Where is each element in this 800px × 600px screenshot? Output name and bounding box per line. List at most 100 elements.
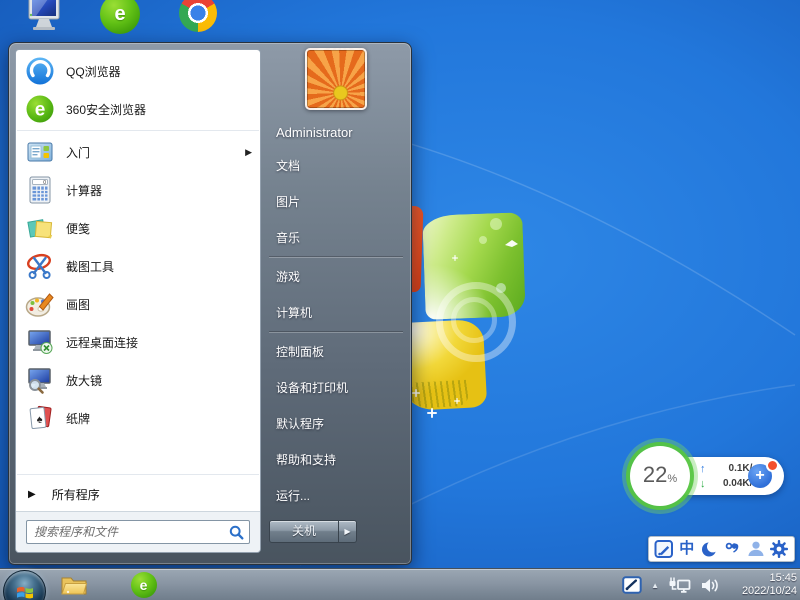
menu-item-default-programs[interactable]: 默认程序 xyxy=(261,406,411,442)
menu-item-snipping-tool[interactable]: 截图工具 xyxy=(16,247,260,285)
memory-usage-ball[interactable]: 22 % xyxy=(630,446,690,506)
menu-item-solitaire[interactable]: ♠ 纸牌 xyxy=(16,399,260,437)
solitaire-icon: ♠ xyxy=(24,402,56,434)
menu-item-remote-desktop[interactable]: 远程桌面连接 xyxy=(16,323,260,361)
windows-flag-icon xyxy=(14,581,36,600)
menu-item-label: 便笺 xyxy=(66,220,90,237)
search-box[interactable] xyxy=(26,520,250,544)
menu-separator xyxy=(17,474,259,475)
chrome-icon xyxy=(179,0,217,32)
ime-punctuation-toggle[interactable] xyxy=(723,539,743,559)
ime-logo-button[interactable] xyxy=(654,539,674,559)
remote-desktop-icon xyxy=(24,326,56,358)
menu-separator xyxy=(269,257,403,258)
network-icon[interactable] xyxy=(668,575,691,595)
360-browser-icon: e xyxy=(131,572,157,598)
menu-item-control-panel[interactable]: 控制面板 xyxy=(261,334,411,370)
speaker-icon[interactable] xyxy=(700,577,721,594)
tray-ime-writing-icon[interactable] xyxy=(622,576,642,594)
menu-item-run[interactable]: 运行... xyxy=(261,478,411,514)
usage-percent: 22 xyxy=(643,446,667,504)
qq-browser-icon xyxy=(24,55,56,87)
all-programs-button[interactable]: ▶ 所有程序 xyxy=(16,477,260,511)
download-arrow-icon: ↓ xyxy=(700,478,712,490)
chinese-mode-label: 中 xyxy=(679,539,694,559)
ime-user-button[interactable] xyxy=(746,539,766,559)
start-menu: QQ浏览器 e 360安全浏览器 xyxy=(8,42,412,565)
360-browser-icon: e xyxy=(24,93,56,125)
menu-item-label: 计算器 xyxy=(66,182,102,199)
desktop-icon-computer[interactable] xyxy=(24,0,64,40)
menu-item-help-support[interactable]: 帮助和支持 xyxy=(261,442,411,478)
wallpaper-flag-yellow-pane xyxy=(401,319,487,411)
menu-item-sticky-notes[interactable]: 便笺 xyxy=(16,209,260,247)
shutdown-button[interactable]: 关机 xyxy=(269,520,339,543)
start-menu-left-panel: QQ浏览器 e 360安全浏览器 xyxy=(15,49,261,553)
menu-item-qq-browser[interactable]: QQ浏览器 xyxy=(16,52,260,90)
menu-item-devices-printers[interactable]: 设备和打印机 xyxy=(261,370,411,406)
menu-separator xyxy=(17,130,259,131)
desktop-icon-chrome[interactable] xyxy=(179,0,217,32)
taskbar-360-browser-button[interactable]: e xyxy=(130,572,157,598)
menu-item-getting-started[interactable]: 入门 ▶ xyxy=(16,133,260,171)
menu-item-games[interactable]: 游戏 xyxy=(261,259,411,295)
clock-time: 15:45 xyxy=(729,572,797,585)
menu-item-music[interactable]: 音乐 xyxy=(261,220,411,256)
menu-item-calculator[interactable]: 0 计算器 xyxy=(16,171,260,209)
wallpaper-flag-green-pane xyxy=(422,212,526,319)
360-browser-icon: e xyxy=(100,0,140,34)
system-tray: ▲ 15:45 2022/10/24 xyxy=(622,569,797,600)
shutdown-controls: 关机 ▶ xyxy=(269,520,357,543)
wallpaper-flare-ring xyxy=(451,297,497,343)
user-avatar[interactable] xyxy=(305,48,367,110)
gear-icon xyxy=(769,539,789,559)
wallpaper-sparkle xyxy=(452,255,458,261)
menu-item-magnifier[interactable]: 放大镜 xyxy=(16,361,260,399)
folder-icon xyxy=(60,573,87,597)
tray-expand-arrow[interactable]: ▲ xyxy=(651,581,659,590)
start-menu-right-panel: Administrator 文档 图片 音乐 游戏 计算机 控制面板 设备和打印… xyxy=(261,43,411,564)
menu-item-label: QQ浏览器 xyxy=(66,63,121,80)
wallpaper-sparkle xyxy=(427,408,437,418)
menu-item-label: 截图工具 xyxy=(66,258,114,275)
menu-item-computer[interactable]: 计算机 xyxy=(261,295,411,331)
menu-item-label: 远程桌面连接 xyxy=(66,334,138,351)
search-icon xyxy=(229,525,244,540)
taskbar: e ▲ 15:45 2022/10/24 xyxy=(0,568,800,600)
menu-item-label: 放大镜 xyxy=(66,372,102,389)
wallpaper-bokeh-dot xyxy=(496,283,506,293)
ime-settings-button[interactable] xyxy=(769,539,789,559)
wallpaper-bokeh-dot xyxy=(490,218,502,230)
getting-started-icon xyxy=(24,136,56,168)
menu-item-360-browser[interactable]: e 360安全浏览器 xyxy=(16,90,260,128)
tray-clock[interactable]: 15:45 2022/10/24 xyxy=(729,572,797,598)
wallpaper-bokeh-dot xyxy=(479,236,487,244)
computer-icon xyxy=(24,0,64,35)
clock-date: 2022/10/24 xyxy=(729,585,797,598)
menu-item-pictures[interactable]: 图片 xyxy=(261,184,411,220)
menu-item-paint[interactable]: 画图 xyxy=(16,285,260,323)
shutdown-options-arrow[interactable]: ▶ xyxy=(339,520,357,543)
user-name[interactable]: Administrator xyxy=(276,125,411,140)
start-button[interactable] xyxy=(3,570,46,600)
taskbar-explorer-button[interactable] xyxy=(60,572,87,598)
snipping-tool-icon xyxy=(24,250,56,282)
ime-language-toggle[interactable]: 中 xyxy=(677,539,697,559)
menu-item-label: 360安全浏览器 xyxy=(66,101,146,118)
wallpaper-sparkle xyxy=(412,389,420,397)
search-section xyxy=(16,511,260,552)
upload-arrow-icon: ↑ xyxy=(700,463,712,475)
ime-toolbar: 中 xyxy=(648,536,795,562)
start-menu-links: 文档 图片 音乐 游戏 计算机 控制面板 设备和打印机 默认程序 帮助和支持 运… xyxy=(261,148,411,514)
person-icon xyxy=(746,539,766,559)
moon-icon xyxy=(700,539,720,559)
magnifier-icon xyxy=(24,364,56,396)
ime-fullwidth-toggle[interactable] xyxy=(700,539,720,559)
menu-item-label: 入门 xyxy=(66,144,90,161)
desktop-icon-360-browser[interactable]: e xyxy=(100,0,140,34)
network-speed-widget: ↑ 0.1K/s ↓ 0.04K/s + 22 % xyxy=(628,443,788,509)
punctuation-icon xyxy=(723,539,743,559)
search-input[interactable] xyxy=(32,524,229,540)
menu-item-documents[interactable]: 文档 xyxy=(261,148,411,184)
paint-icon xyxy=(24,288,56,320)
